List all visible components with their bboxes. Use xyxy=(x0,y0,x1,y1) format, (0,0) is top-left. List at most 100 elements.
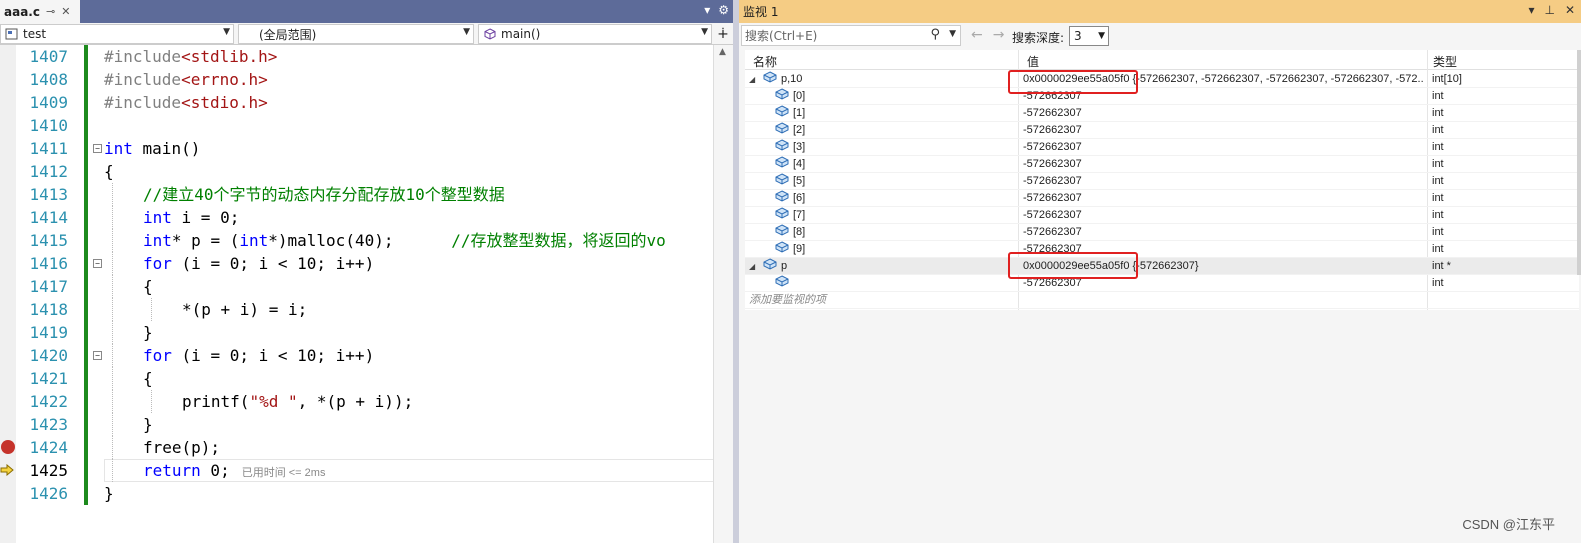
collapse-icon[interactable]: − xyxy=(93,144,102,153)
code-line[interactable]: 1420 − for (i = 0; i < 10; i++) xyxy=(16,344,716,367)
code-line[interactable]: 1422 printf("%d ", *(p + i)); xyxy=(16,390,716,413)
watch-row[interactable]: [8] -572662307 int xyxy=(745,223,1579,241)
watch-value[interactable]: -572662307 xyxy=(1023,122,1423,139)
watch-name-cell[interactable]: [1] xyxy=(775,104,805,122)
chevron-down-icon[interactable]: ▼ xyxy=(949,29,956,39)
watch-row[interactable]: [3] -572662307 int xyxy=(745,138,1579,157)
variable-icon xyxy=(775,138,789,157)
close-icon[interactable]: ✕ xyxy=(1565,3,1575,17)
code-text: int i = 0; xyxy=(143,206,239,229)
collapse-icon[interactable]: − xyxy=(93,259,102,268)
watch-value[interactable]: -572662307 xyxy=(1023,224,1423,241)
column-header-name[interactable]: 名称 xyxy=(753,53,777,70)
watch-name-cell[interactable]: [0] xyxy=(775,87,805,105)
code-text: } xyxy=(104,482,114,505)
watch-name-cell[interactable]: ◢ p xyxy=(749,257,787,276)
expand-collapse-icon[interactable]: ◢ xyxy=(749,71,759,88)
watch-value[interactable]: -572662307 xyxy=(1023,190,1423,207)
code-line[interactable]: 1410 xyxy=(16,114,716,137)
watch-row[interactable]: -572662307 int xyxy=(745,274,1579,292)
code-line[interactable]: 1417 { xyxy=(16,275,716,298)
code-token: *(p + i) = i; xyxy=(182,300,308,319)
watch-name: [2] xyxy=(793,124,806,136)
code-editor[interactable]: 1407 #include<stdlib.h> 1408 #include<errno… xyxy=(0,45,733,543)
back-arrow-icon[interactable]: ← xyxy=(971,27,983,43)
tab-dropdown-icon[interactable]: ▾ xyxy=(704,3,710,17)
change-tracking-bar xyxy=(84,459,88,482)
line-number: 1425 xyxy=(29,461,68,480)
column-header-type[interactable]: 类型 xyxy=(1433,53,1457,70)
watch-scrollbar[interactable] xyxy=(1577,50,1581,275)
collapse-icon[interactable]: − xyxy=(93,351,102,360)
code-line[interactable]: 1409 #include<stdio.h> xyxy=(16,91,716,114)
window-dropdown-icon[interactable]: ▾ xyxy=(1528,3,1534,17)
code-line[interactable]: 1418 *(p + i) = i; xyxy=(16,298,716,321)
breakpoint-icon[interactable] xyxy=(1,440,15,454)
column-header-value[interactable]: 值 xyxy=(1027,53,1039,70)
watch-type: int xyxy=(1432,226,1444,238)
watch-name-cell[interactable] xyxy=(775,274,793,292)
code-line[interactable]: 1415 int* p = (int*)malloc(40); //存放整型数据，… xyxy=(16,229,716,252)
add-watch-row[interactable]: 添加要监视的项 xyxy=(745,292,1579,309)
watch-row[interactable]: [6] -572662307 int xyxy=(745,189,1579,207)
code-line[interactable]: 1411 − int main() xyxy=(16,137,716,160)
watch-name-cell[interactable]: ◢ p,10 xyxy=(749,70,802,88)
code-text: #include<stdlib.h> xyxy=(104,45,277,68)
code-line[interactable]: 1413 //建立40个字节的动态内存分配存放10个整型数据 xyxy=(16,183,716,206)
code-line[interactable]: 1424 free(p); xyxy=(1,436,716,459)
code-token: } xyxy=(143,415,153,434)
watch-row[interactable]: [9] -572662307 int xyxy=(745,240,1579,258)
variable-icon xyxy=(763,257,777,276)
project-combo[interactable]: test ▼ xyxy=(0,24,234,44)
watch-value[interactable]: -572662307 xyxy=(1023,156,1423,173)
watch-search-input[interactable]: 搜索(Ctrl+E) ⚲ ▼ xyxy=(741,25,961,46)
watch-name-cell[interactable]: [3] xyxy=(775,138,805,157)
code-token: { xyxy=(104,162,114,181)
document-tab[interactable]: aaa.c ⊸ ✕ xyxy=(0,0,80,23)
watch-row[interactable]: [5] -572662307 int xyxy=(745,172,1579,190)
gear-icon[interactable]: ⚙ xyxy=(718,3,729,17)
watch-value[interactable]: -572662307 xyxy=(1023,105,1423,122)
split-window-icon[interactable]: ∔ xyxy=(715,24,731,44)
code-line[interactable]: 1416 − for (i = 0; i < 10; i++) xyxy=(16,252,716,275)
watch-name-cell[interactable]: [9] xyxy=(775,240,805,258)
scroll-up-icon[interactable]: ▲ xyxy=(719,47,726,57)
watch-title-bar: 监视 1 ▾ ⊥ ✕ xyxy=(739,0,1581,23)
watch-name-cell[interactable]: [2] xyxy=(775,121,806,139)
search-icon[interactable]: ⚲ xyxy=(930,27,940,42)
vertical-scrollbar[interactable]: ▲ xyxy=(713,45,733,543)
watch-name-cell[interactable]: [4] xyxy=(775,155,805,173)
expand-collapse-icon[interactable]: ◢ xyxy=(749,258,759,275)
perf-tip[interactable]: 已用时间 <= 2ms xyxy=(242,467,326,479)
function-combo[interactable]: main() ▼ xyxy=(478,24,712,44)
watch-name-cell[interactable]: [8] xyxy=(775,223,805,241)
forward-arrow-icon[interactable]: → xyxy=(993,27,1005,43)
watch-row[interactable]: ◢ p 0x0000029ee55a05f0 {-572662307} int * xyxy=(745,257,1579,276)
code-line[interactable]: 1419} xyxy=(16,321,716,344)
watch-name-cell[interactable]: [5] xyxy=(775,172,805,190)
code-line[interactable]: 1425 return 0; 已用时间 <= 2ms xyxy=(0,459,716,482)
watch-value[interactable]: -572662307 xyxy=(1023,139,1423,156)
close-icon[interactable]: ✕ xyxy=(61,5,70,18)
code-line[interactable]: 1423} xyxy=(16,413,716,436)
code-line[interactable]: 1426} xyxy=(16,482,716,505)
watch-name-cell[interactable]: [6] xyxy=(775,189,805,207)
watch-value[interactable]: -572662307 xyxy=(1023,173,1423,190)
watch-row[interactable]: [7] -572662307 int xyxy=(745,206,1579,224)
pin-icon[interactable]: ⊸ xyxy=(46,5,55,18)
watch-row[interactable]: [0] -572662307 int xyxy=(745,87,1579,105)
pin-icon[interactable]: ⊥ xyxy=(1544,3,1554,17)
code-line[interactable]: 1408 #include<errno.h> xyxy=(16,68,716,91)
watch-row[interactable]: ◢ p,10 0x0000029ee55a05f0 {-572662307, -57… xyxy=(745,70,1579,88)
code-line[interactable]: 1407 #include<stdlib.h> xyxy=(16,45,716,68)
watch-row[interactable]: [1] -572662307 int xyxy=(745,104,1579,122)
code-line[interactable]: 1414 int i = 0; xyxy=(16,206,716,229)
search-depth-select[interactable]: 3 ▼ xyxy=(1069,26,1109,46)
watch-value[interactable]: -572662307 xyxy=(1023,207,1423,224)
scope-combo[interactable]: (全局范围) ▼ xyxy=(238,24,474,44)
watch-name-cell[interactable]: [7] xyxy=(775,206,805,224)
watch-row[interactable]: [4] -572662307 int xyxy=(745,155,1579,173)
code-line[interactable]: 1421 { xyxy=(16,367,716,390)
code-line[interactable]: 1412 { xyxy=(16,160,716,183)
watch-row[interactable]: [2] -572662307 int xyxy=(745,121,1579,139)
